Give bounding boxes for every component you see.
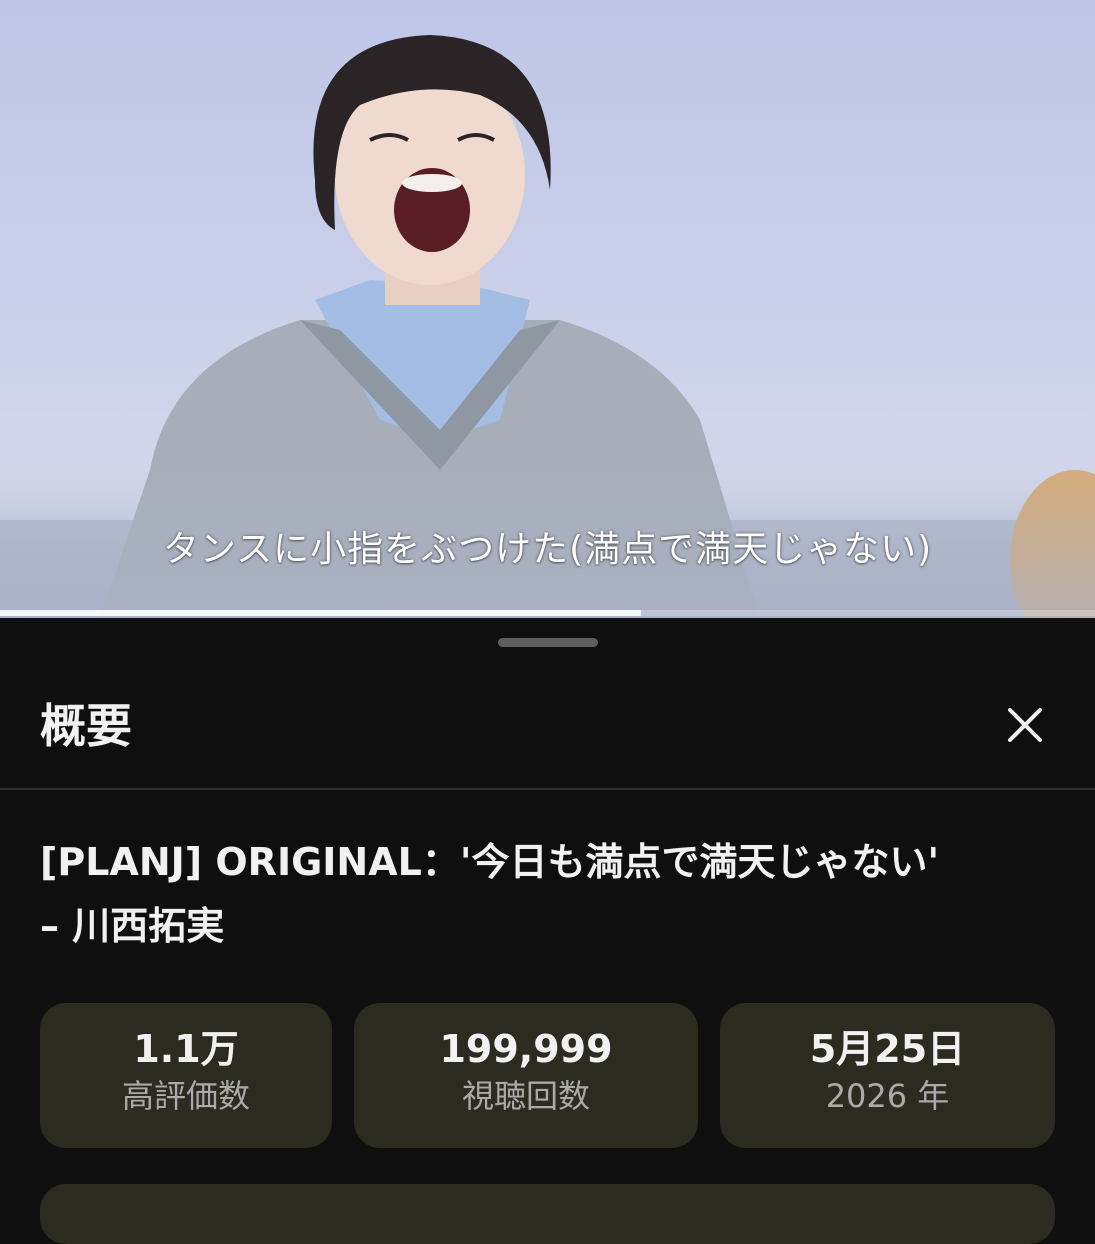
video-title: [PLANJ] ORIGINAL：'今日も満点で満天じゃない' – 川西拓実 (40, 830, 1060, 958)
video-subtitle: タンスに小指をぶつけた(満点で満天じゃない) (162, 529, 933, 570)
divider (0, 788, 1095, 790)
views-count: 199,999 (439, 1027, 613, 1071)
video-player[interactable]: タンスに小指をぶつけた(満点で満天じゃない) (0, 0, 1095, 618)
close-icon (1008, 708, 1042, 742)
progress-bar-fill (0, 610, 641, 616)
video-title-line2: – 川西拓実 (40, 904, 225, 948)
drag-handle[interactable] (498, 638, 598, 647)
video-title-line1: [PLANJ] ORIGINAL：'今日も満点で満天じゃない' (40, 840, 940, 884)
date-stat-card: 5月25日 2026 年 (720, 1003, 1055, 1148)
views-stat-card: 199,999 視聴回数 (354, 1003, 698, 1148)
likes-stat-card: 1.1万 高評価数 (40, 1003, 332, 1148)
description-sheet: 概要 [PLANJ] ORIGINAL：'今日も満点で満天じゃない' – 川西拓… (0, 618, 1095, 1244)
likes-label: 高評価数 (121, 1077, 250, 1115)
sheet-title: 概要 (40, 699, 132, 753)
publish-date: 5月25日 (809, 1027, 966, 1071)
publish-year: 2026 年 (825, 1077, 950, 1115)
close-button[interactable] (994, 694, 1056, 756)
progress-bar[interactable] (0, 610, 1095, 616)
likes-count: 1.1万 (133, 1027, 239, 1071)
views-label: 視聴回数 (461, 1077, 590, 1115)
next-section-card[interactable] (40, 1184, 1055, 1244)
